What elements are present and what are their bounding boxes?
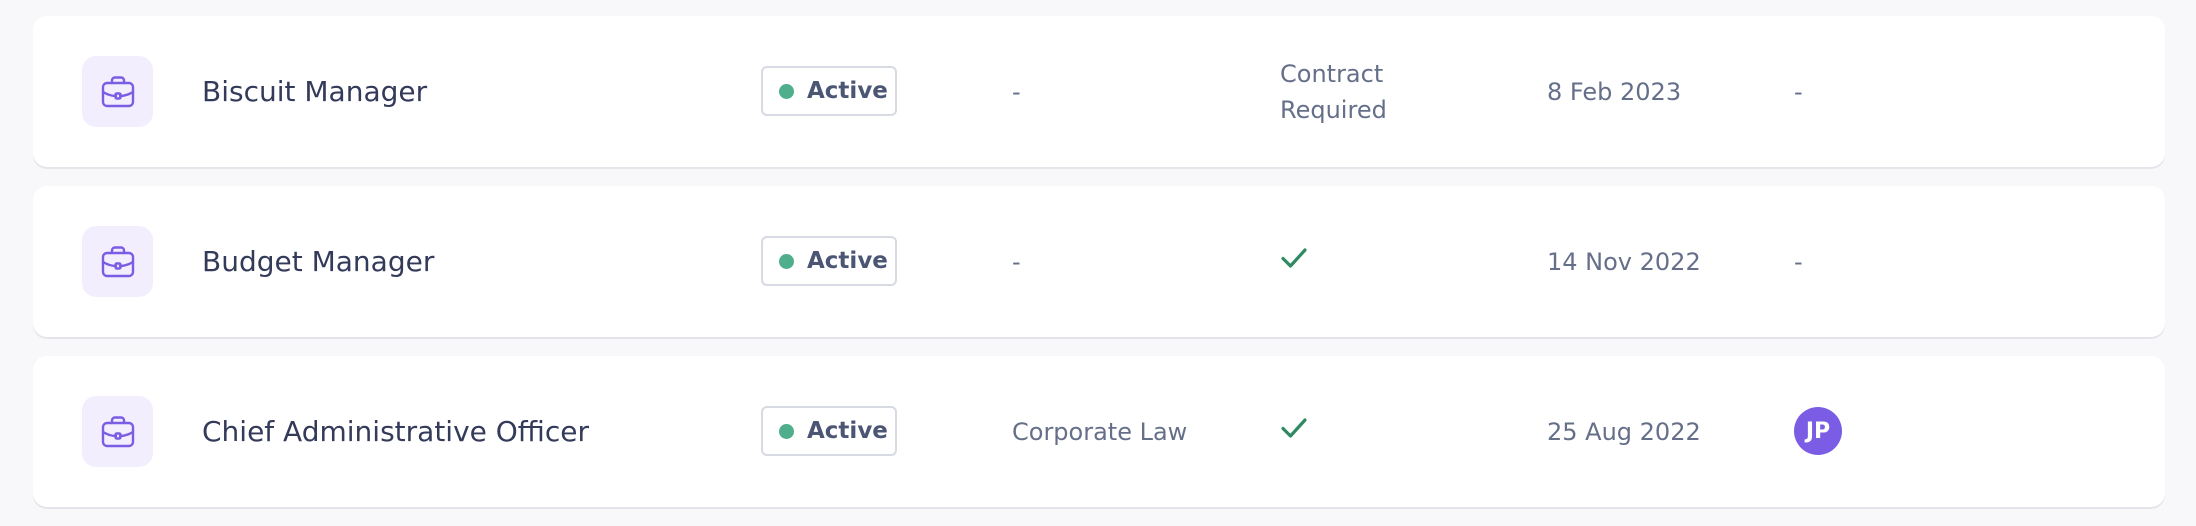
briefcase-icon (82, 226, 153, 297)
role-title[interactable]: Budget Manager (202, 186, 434, 337)
contract-cell: Contract Required (1280, 59, 1387, 124)
avatar[interactable]: JP (1794, 407, 1842, 455)
status-badge: Active (761, 66, 897, 116)
status-dot (779, 423, 794, 439)
department-cell: - (1012, 247, 1021, 276)
roles-list: Biscuit Manager Active - Contract Requir… (33, 16, 2165, 526)
check-icon (1280, 246, 1308, 274)
table-row[interactable]: Biscuit Manager Active - Contract Requir… (33, 16, 2165, 167)
date-cell: 14 Nov 2022 (1547, 247, 1701, 276)
owner-cell: - (1794, 247, 1803, 276)
status-label: Active (807, 418, 888, 444)
status-badge: Active (761, 406, 897, 456)
date-cell: 25 Aug 2022 (1547, 417, 1701, 446)
table-row[interactable]: Chief Administrative Officer Active Corp… (33, 356, 2165, 507)
check-icon (1280, 416, 1308, 444)
status-label: Active (807, 248, 888, 274)
status-dot (779, 83, 794, 99)
owner-cell: - (1794, 77, 1803, 106)
department-cell: - (1012, 77, 1021, 106)
status-label: Active (807, 78, 888, 104)
status-badge: Active (761, 236, 897, 286)
status-dot (779, 253, 794, 269)
department-cell: Corporate Law (1012, 417, 1188, 446)
briefcase-icon (82, 396, 153, 467)
briefcase-icon (82, 56, 153, 127)
table-row[interactable]: Budget Manager Active - 14 Nov 2022 - (33, 186, 2165, 337)
role-title[interactable]: Biscuit Manager (202, 16, 427, 167)
role-title[interactable]: Chief Administrative Officer (202, 356, 589, 507)
date-cell: 8 Feb 2023 (1547, 77, 1682, 106)
